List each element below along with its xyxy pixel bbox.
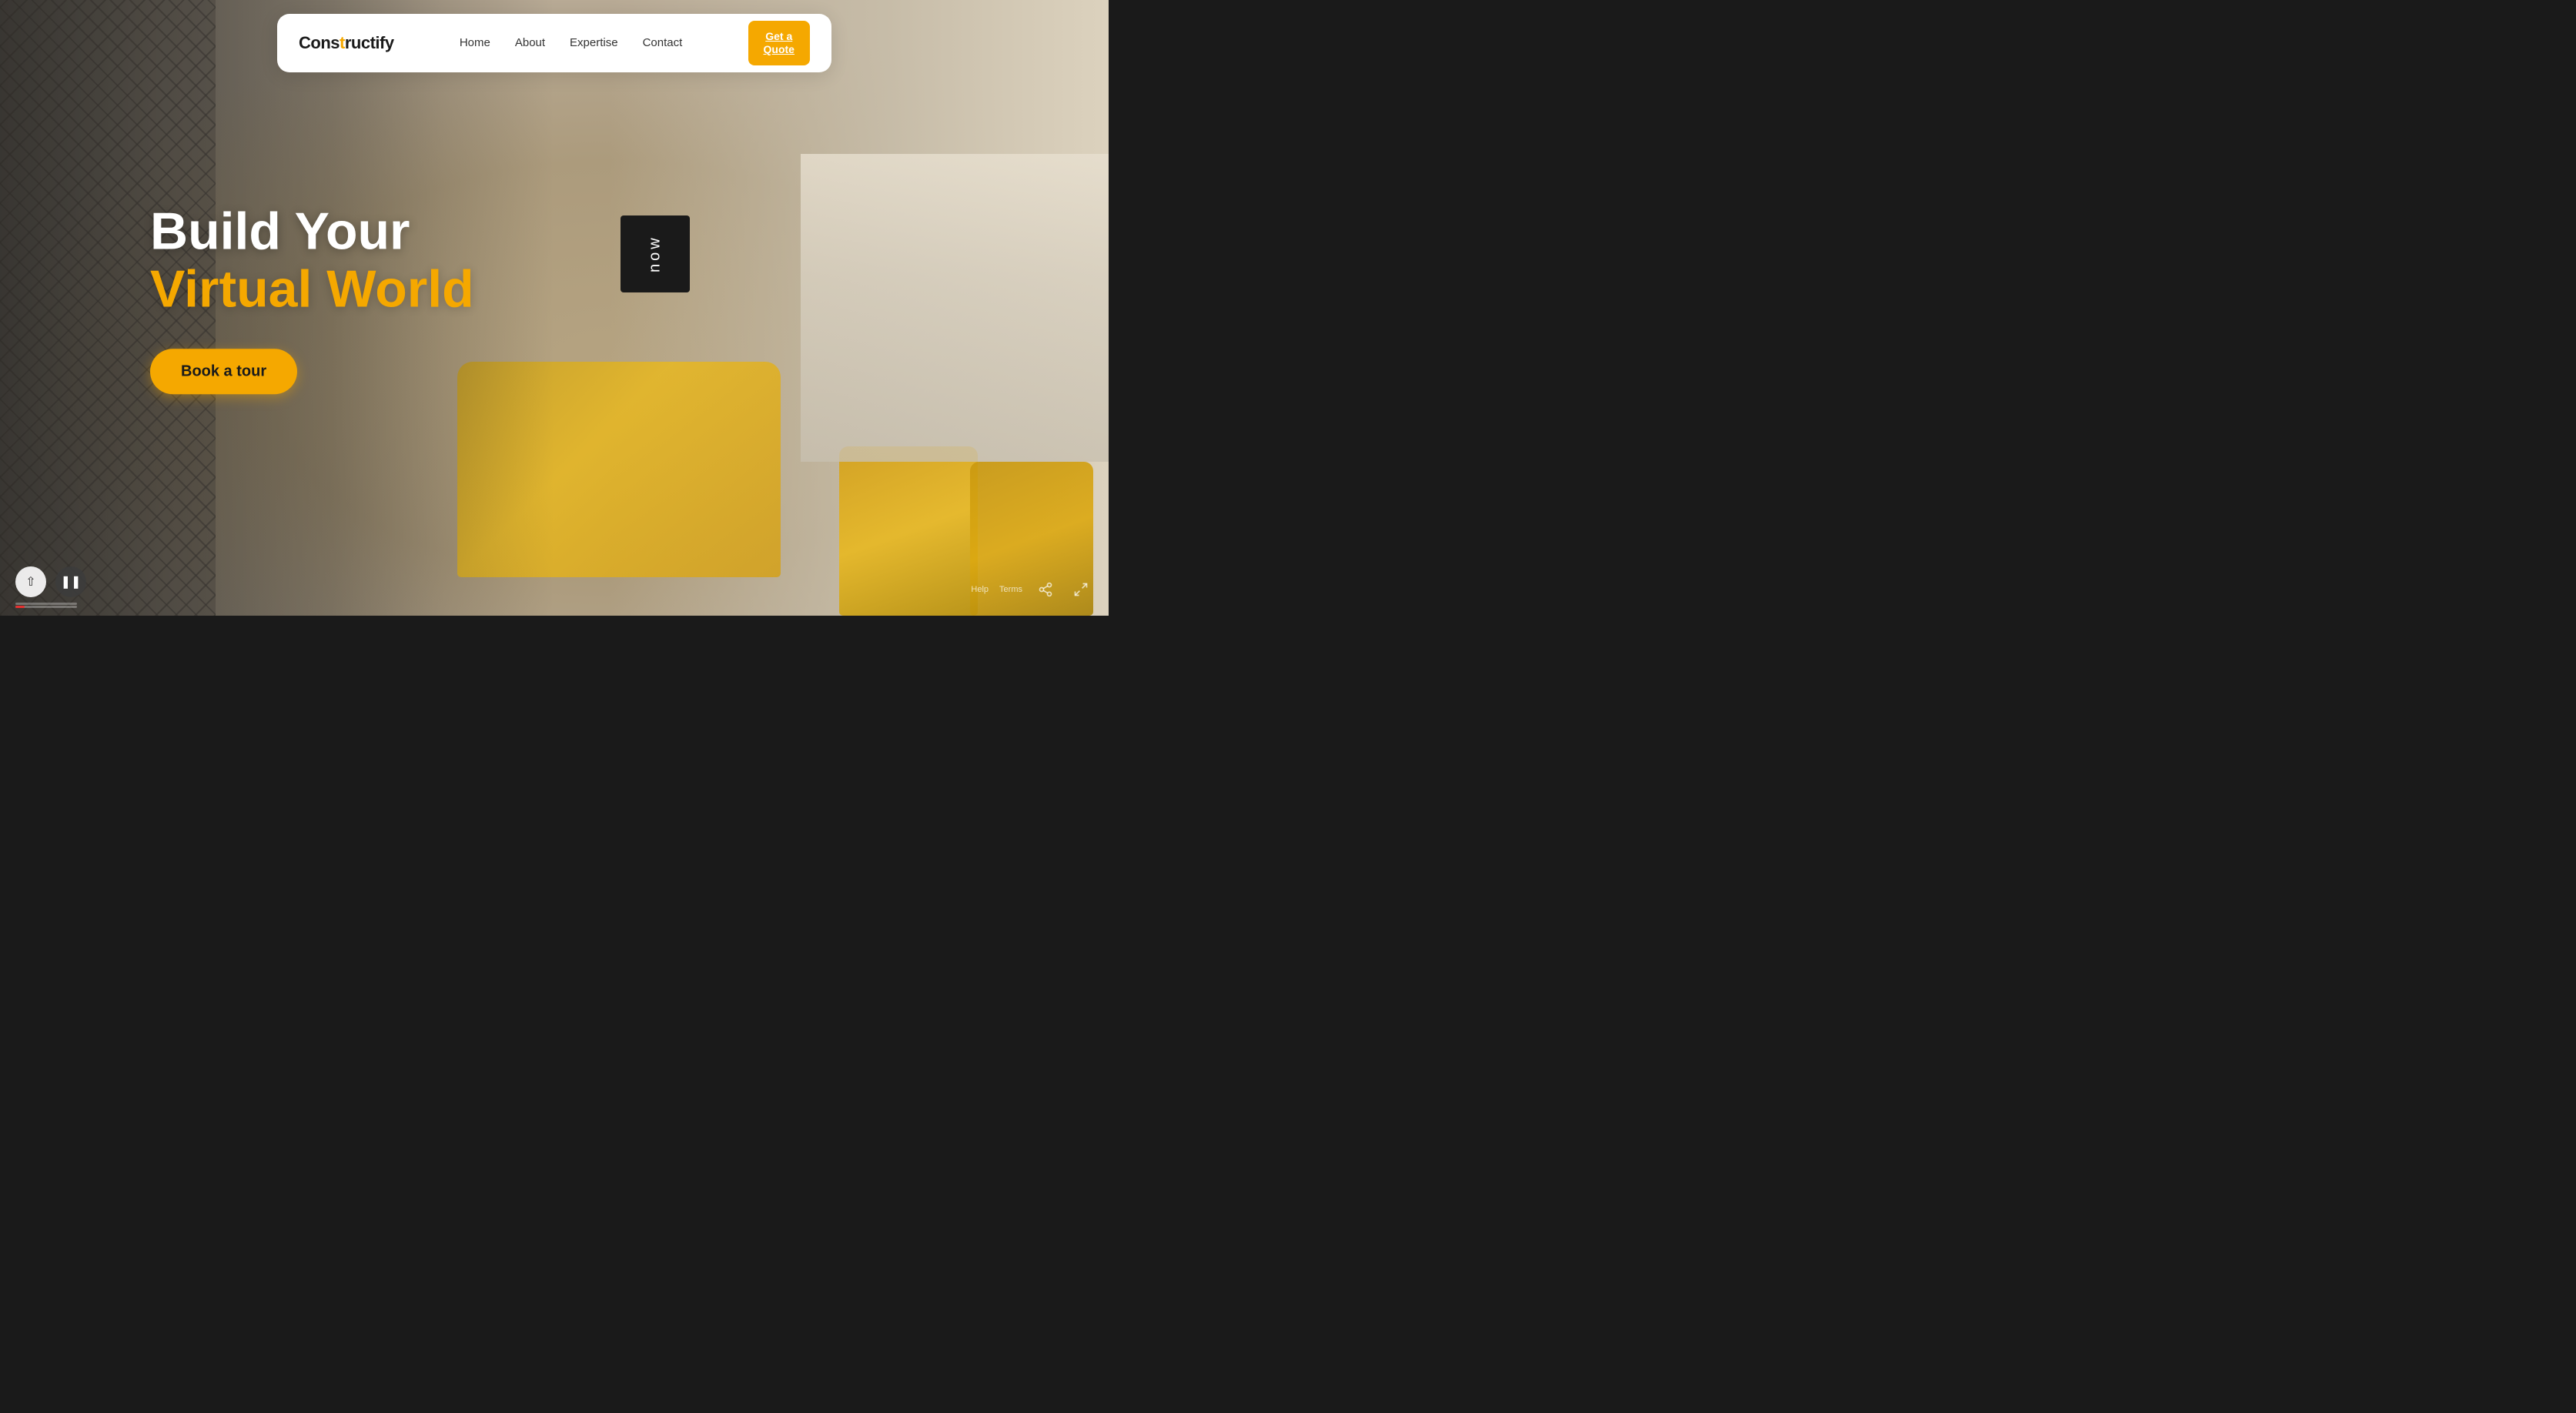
pause-icon: ❚❚	[61, 574, 82, 590]
bottom-right-controls: Help Terms	[971, 577, 1093, 602]
nav-links: Home About Expertise Contact	[460, 36, 682, 50]
wall-art: now	[621, 215, 690, 292]
fullscreen-icon[interactable]	[1069, 577, 1093, 602]
nav-item-contact[interactable]: Contact	[643, 36, 683, 50]
pause-button[interactable]: ❚❚	[55, 566, 86, 597]
nav-link-contact[interactable]: Contact	[643, 36, 683, 49]
get-quote-button[interactable]: Get a Quote	[748, 21, 810, 65]
nav-link-about[interactable]: About	[515, 36, 545, 49]
share-icon[interactable]	[1033, 577, 1058, 602]
hero-title-line1: Build Your	[150, 202, 474, 260]
stool-1-decoration	[839, 446, 978, 616]
terms-link[interactable]: Terms	[999, 585, 1022, 594]
kitchen-counter	[801, 154, 1109, 462]
nav-link-home[interactable]: Home	[460, 36, 490, 49]
book-tour-button[interactable]: Book a tour	[150, 349, 297, 394]
logo[interactable]: Cons t ructify	[299, 33, 394, 53]
logo-text-part2: t	[340, 33, 345, 53]
logo-text-part3: ructify	[345, 33, 394, 53]
hero-title-line2: Virtual World	[150, 260, 474, 318]
help-link[interactable]: Help	[971, 585, 989, 594]
timeline-progress	[15, 606, 25, 608]
hero-content: Build Your Virtual World Book a tour	[150, 202, 474, 394]
progress-bar	[15, 603, 77, 605]
timeline-bar[interactable]	[15, 606, 77, 608]
scroll-up-button[interactable]: ⇧	[15, 566, 46, 597]
nav-item-about[interactable]: About	[515, 36, 545, 50]
nav-item-expertise[interactable]: Expertise	[570, 36, 618, 50]
logo-text-part1: Cons	[299, 33, 340, 53]
chevron-up-icon: ⇧	[25, 574, 35, 590]
nav-item-home[interactable]: Home	[460, 36, 490, 50]
navbar: Cons t ructify Home About Expertise Cont…	[277, 14, 831, 72]
nav-link-expertise[interactable]: Expertise	[570, 36, 618, 49]
bottom-controls: ⇧ ❚❚	[15, 566, 86, 597]
